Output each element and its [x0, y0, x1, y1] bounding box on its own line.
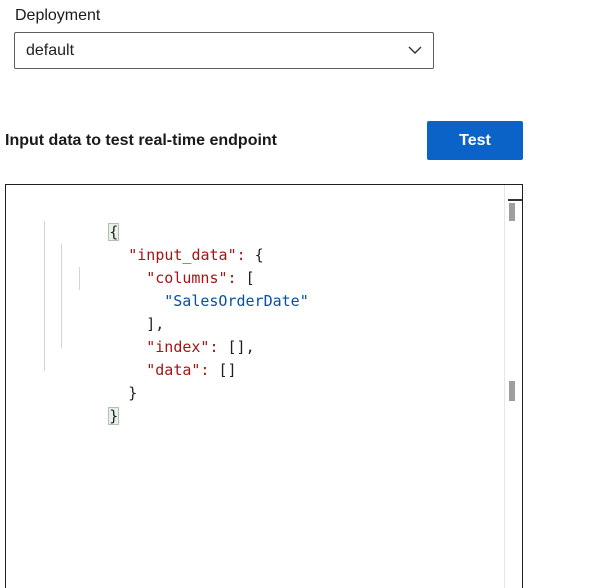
- code-punctuation: []: [209, 361, 237, 379]
- code-line: "data": []: [74, 336, 236, 379]
- deployment-selected-value: default: [26, 42, 75, 59]
- scrollbar-thumb[interactable]: [509, 203, 515, 221]
- chevron-down-icon: [408, 46, 422, 54]
- code-brace-close-outer: }: [108, 407, 120, 425]
- code-brace-close: }: [128, 384, 138, 402]
- scrollbar-cursor-marker: [509, 381, 515, 401]
- code-line: "index": [],: [74, 313, 254, 356]
- deployment-dropdown[interactable]: default: [14, 32, 434, 69]
- code-key-data: "data":: [146, 361, 210, 379]
- code-line: ],: [74, 290, 164, 333]
- deployment-test-panel: Deployment default Input data to test re…: [0, 0, 600, 588]
- test-button[interactable]: Test: [427, 121, 523, 160]
- code-line: }: [37, 382, 120, 425]
- code-line: "SalesOrderDate": [92, 267, 309, 310]
- code-area[interactable]: { "input_data": { "columns": [ "SalesOrd…: [6, 185, 502, 588]
- deployment-label: Deployment: [15, 7, 101, 24]
- code-line: "columns": [: [74, 244, 254, 287]
- code-line: "input_data": {: [56, 221, 263, 264]
- scrollbar-top-marker: [508, 199, 522, 201]
- code-line: }: [56, 359, 137, 402]
- json-input-editor[interactable]: { "input_data": { "columns": [ "SalesOrd…: [5, 184, 523, 588]
- code-string-value: "SalesOrderDate": [164, 292, 309, 310]
- section-title: Input data to test real-time endpoint: [5, 132, 278, 149]
- code-line: {: [37, 198, 120, 241]
